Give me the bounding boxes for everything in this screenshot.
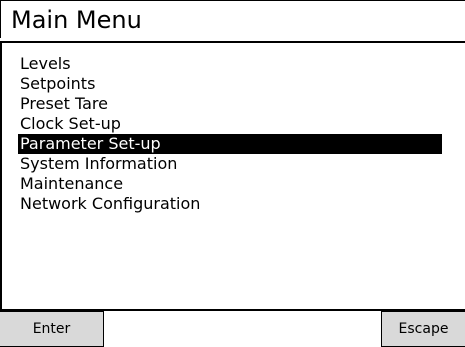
page-title: Main Menu	[11, 6, 142, 34]
menu-item-parameter-set-up[interactable]: Parameter Set-up	[18, 134, 442, 154]
main-menu-screen: Main Menu Levels Setpoints Preset Tare C…	[0, 0, 465, 347]
menu-item-system-information[interactable]: System Information	[18, 154, 442, 174]
menu-panel: Levels Setpoints Preset Tare Clock Set-u…	[0, 41, 465, 311]
menu-item-levels[interactable]: Levels	[18, 54, 442, 74]
menu-list: Levels Setpoints Preset Tare Clock Set-u…	[18, 54, 442, 214]
title-bar: Main Menu	[0, 0, 465, 38]
button-bar: Enter Escape	[0, 311, 465, 347]
menu-item-maintenance[interactable]: Maintenance	[18, 174, 442, 194]
menu-item-network-configuration[interactable]: Network Configuration	[18, 194, 442, 214]
menu-item-clock-set-up[interactable]: Clock Set-up	[18, 114, 442, 134]
menu-item-preset-tare[interactable]: Preset Tare	[18, 94, 442, 114]
escape-button[interactable]: Escape	[381, 311, 465, 347]
menu-item-setpoints[interactable]: Setpoints	[18, 74, 442, 94]
enter-button[interactable]: Enter	[0, 311, 104, 347]
